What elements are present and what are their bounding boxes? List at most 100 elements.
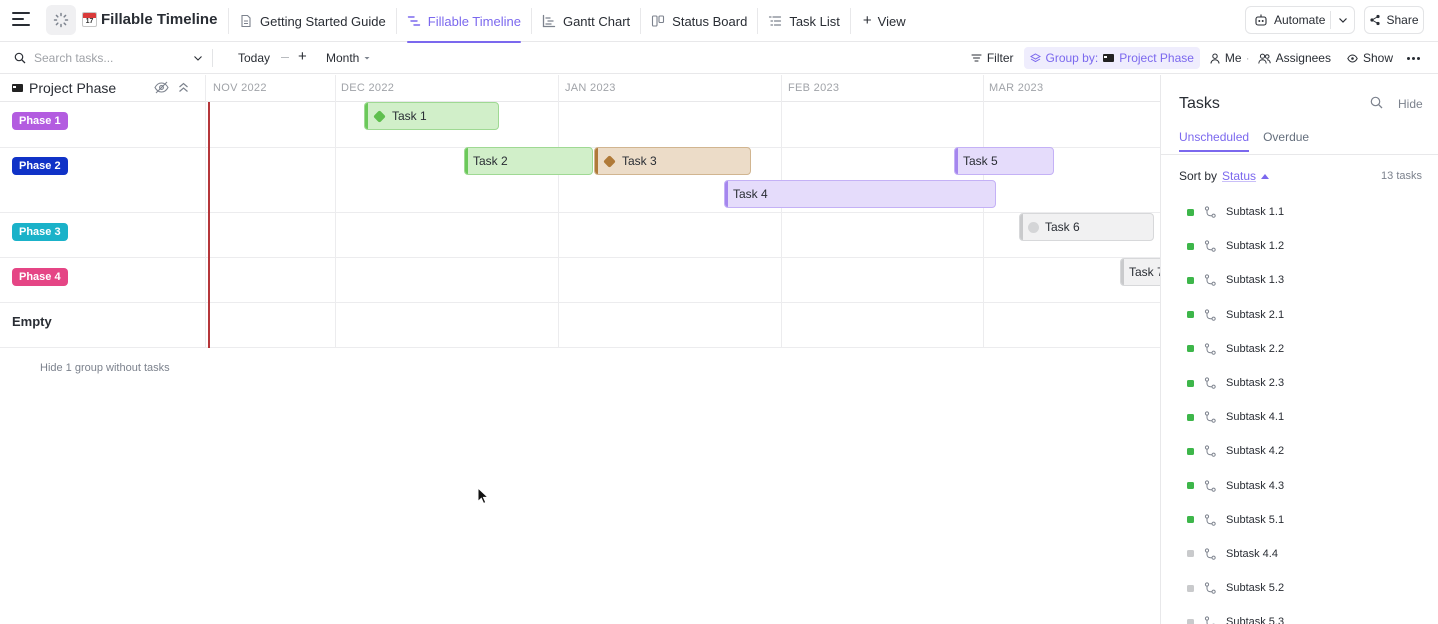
today-marker — [208, 102, 210, 348]
list-item-label: Subtask 1.2 — [1226, 240, 1285, 253]
assignees-label: Assignees — [1275, 51, 1331, 65]
subtask-icon — [1204, 514, 1216, 526]
group-by-value: Project Phase — [1119, 51, 1194, 65]
search-box — [14, 49, 204, 67]
month-label: JAN 2023 — [565, 82, 616, 94]
tab-label: Getting Started Guide — [260, 13, 386, 29]
tab-gantt-chart[interactable]: Gantt Chart — [532, 0, 640, 42]
phase-badge-3[interactable]: Phase 3 — [12, 223, 68, 241]
subtask-icon — [1204, 582, 1216, 594]
list-item[interactable]: Subtask 2.3 — [1161, 366, 1438, 400]
mouse-cursor-icon — [477, 487, 489, 505]
status-square-icon — [1187, 482, 1194, 490]
filter-button[interactable]: Filter — [965, 47, 1020, 69]
task-bar-1[interactable]: Task 1 — [364, 102, 499, 130]
subtask-icon — [1204, 206, 1216, 218]
sort-label: Sort by — [1179, 169, 1218, 183]
status-square-icon — [1187, 516, 1194, 524]
task-bar-3[interactable]: Task 3 — [594, 147, 751, 175]
search-icon[interactable] — [1370, 96, 1383, 109]
tab-getting-started-guide[interactable]: Getting Started Guide — [229, 0, 396, 42]
timeline-icon — [407, 16, 420, 26]
list-item[interactable]: Sbtask 4.4 — [1161, 537, 1438, 571]
list-item[interactable]: Subtask 4.3 — [1161, 469, 1438, 503]
chevron-down-icon[interactable] — [1336, 13, 1350, 27]
status-square-icon — [1187, 345, 1194, 353]
phase-badge-1[interactable]: Phase 1 — [12, 112, 68, 130]
zoom-out-button[interactable] — [281, 57, 289, 58]
task-bar-2[interactable]: Task 2 — [464, 147, 593, 175]
list-item[interactable]: Subtask 4.1 — [1161, 400, 1438, 434]
month-label: FEB 2023 — [788, 82, 840, 94]
group-by-button[interactable]: Group by: Project Phase — [1023, 47, 1200, 69]
space-title[interactable]: Fillable Timeline — [82, 11, 217, 28]
row-separator — [0, 257, 1160, 258]
group-column-header: Project Phase — [12, 80, 116, 96]
milestone-diamond-icon — [603, 154, 616, 168]
show-label: Show — [1362, 51, 1393, 65]
phase-badge-4[interactable]: Phase 4 — [12, 268, 68, 286]
tab-status-board[interactable]: Status Board — [641, 0, 757, 42]
me-filter-button[interactable]: Me — [1204, 47, 1244, 69]
gantt-icon — [542, 14, 556, 28]
tab-task-list[interactable]: Task List — [758, 0, 850, 42]
caret-down-icon — [364, 57, 370, 60]
list-item[interactable]: Subtask 5.3 — [1161, 605, 1438, 624]
list-item[interactable]: Subtask 1.3 — [1161, 263, 1438, 297]
list-item[interactable]: Subtask 1.1 — [1161, 195, 1438, 229]
search-input[interactable] — [34, 51, 184, 65]
list-item-label: Subtask 2.3 — [1226, 377, 1285, 390]
task-bar-7[interactable]: Task 7 — [1120, 258, 1160, 286]
list-item-label: Subtask 1.1 — [1226, 206, 1285, 219]
assignees-button[interactable]: Assignees — [1252, 47, 1337, 69]
subtask-icon — [1204, 411, 1216, 424]
hide-panel-button[interactable]: Hide — [1398, 97, 1423, 111]
list-item[interactable]: Subtask 1.2 — [1161, 229, 1438, 263]
timescale-dropdown[interactable]: Month — [326, 51, 371, 65]
share-icon — [1370, 14, 1381, 26]
show-button[interactable]: Show — [1341, 47, 1399, 69]
users-icon — [1257, 53, 1271, 64]
tab-fillable-timeline[interactable]: Fillable Timeline — [397, 0, 531, 43]
task-label: Task 5 — [963, 154, 998, 168]
board-icon — [652, 15, 665, 27]
list-item[interactable]: Subtask 2.1 — [1161, 298, 1438, 332]
tab-unscheduled[interactable]: Unscheduled — [1179, 130, 1250, 152]
panel-tabs: Unscheduled Overdue — [1179, 130, 1309, 152]
add-view-button[interactable]: + View — [851, 0, 918, 42]
today-button[interactable]: Today — [238, 51, 270, 65]
subtask-icon — [1204, 309, 1216, 321]
list-item[interactable]: Subtask 5.1 — [1161, 503, 1438, 537]
more-options-icon[interactable] — [1403, 56, 1424, 60]
list-item[interactable]: Subtask 2.2 — [1161, 332, 1438, 366]
sort-ascending-icon[interactable] — [1261, 173, 1270, 179]
task-bar-6[interactable]: Task 6 — [1019, 213, 1154, 241]
month-label: MAR 2023 — [989, 82, 1044, 94]
task-bar-5[interactable]: Task 5 — [954, 147, 1054, 175]
phase-badge-2[interactable]: Phase 2 — [12, 157, 68, 175]
separator-dot: · — [1245, 51, 1250, 65]
task-bar-4[interactable]: Task 4 — [724, 180, 996, 208]
flag-icon — [12, 84, 23, 92]
space-loading-icon[interactable] — [46, 5, 76, 35]
timeline-view: Project Phase NOV 2022 DEC 2022 JAN 2023… — [0, 75, 1160, 624]
list-item-label: Subtask 5.2 — [1226, 582, 1285, 595]
task-label: Task 2 — [473, 154, 508, 168]
chevron-down-icon[interactable] — [192, 52, 204, 64]
list-item[interactable]: Subtask 5.2 — [1161, 571, 1438, 605]
status-square-icon — [1187, 413, 1194, 421]
tab-overdue[interactable]: Overdue — [1263, 130, 1309, 152]
automate-button[interactable]: Automate — [1245, 6, 1355, 34]
menu-icon[interactable] — [12, 12, 30, 28]
sort-value-button[interactable]: Status — [1222, 169, 1256, 183]
list-item-label: Subtask 2.1 — [1226, 308, 1285, 321]
eye-off-icon[interactable] — [154, 81, 169, 94]
row-separator — [0, 212, 1160, 213]
zoom-in-button[interactable]: + — [298, 49, 307, 64]
collapse-all-icon[interactable] — [177, 81, 190, 94]
list-item[interactable]: Subtask 4.2 — [1161, 434, 1438, 468]
timeline-header: Project Phase NOV 2022 DEC 2022 JAN 2023… — [0, 75, 1160, 102]
share-button[interactable]: Share — [1364, 6, 1424, 34]
hide-empty-groups-link[interactable]: Hide 1 group without tasks — [40, 362, 170, 374]
list-item-label: Subtask 4.1 — [1226, 411, 1285, 424]
